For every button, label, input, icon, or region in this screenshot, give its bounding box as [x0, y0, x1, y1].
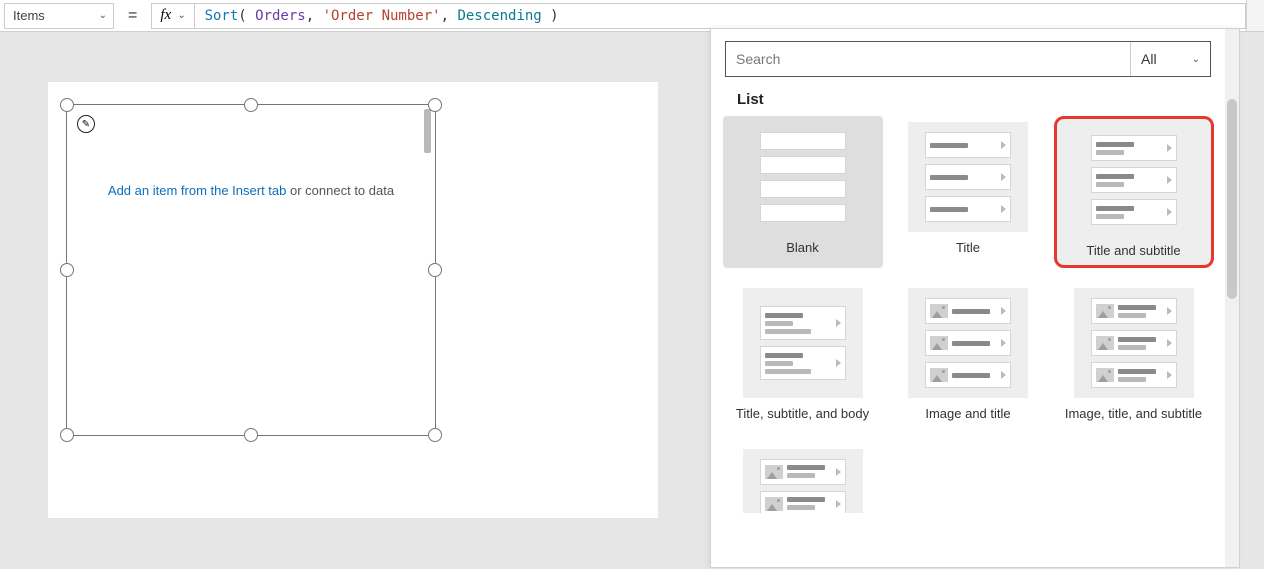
- resize-handle[interactable]: [428, 98, 442, 112]
- layout-tile-title[interactable]: Title: [888, 116, 1048, 268]
- resize-handle[interactable]: [60, 428, 74, 442]
- layout-tile-image-title[interactable]: Image and title: [888, 282, 1048, 428]
- tile-label: Title and subtitle: [1086, 243, 1180, 259]
- search-input[interactable]: [726, 42, 1130, 76]
- chevron-down-icon: ⌄: [99, 10, 107, 21]
- tile-label: Blank: [786, 240, 819, 256]
- section-title-list: List: [737, 91, 1225, 108]
- panel-scrollbar-track[interactable]: [1225, 29, 1239, 567]
- layout-tile-title-subtitle[interactable]: Title and subtitle: [1054, 116, 1214, 268]
- tile-label: Title: [956, 240, 980, 256]
- tile-label: Title, subtitle, and body: [736, 406, 869, 422]
- tile-preview: [743, 122, 863, 232]
- tile-preview: [743, 449, 863, 513]
- token-datasource: Orders: [255, 8, 306, 24]
- chevron-down-icon: ⌄: [177, 10, 185, 21]
- layout-panel: All ⌄ List Blank: [710, 28, 1240, 568]
- resize-handle[interactable]: [428, 263, 442, 277]
- gallery-control-selected[interactable]: ✎ Add an item from the Insert tab or con…: [66, 104, 436, 436]
- edit-icon[interactable]: ✎: [77, 115, 95, 133]
- layout-tile-blank[interactable]: Blank: [723, 116, 883, 268]
- tile-preview: [908, 122, 1028, 232]
- gallery-scrollbar-thumb[interactable]: [424, 109, 431, 153]
- property-select[interactable]: Items ⌄: [4, 3, 114, 29]
- token-string: 'Order Number': [323, 8, 441, 24]
- right-pane-toggle[interactable]: [1246, 0, 1264, 31]
- fx-dropdown[interactable]: fx ⌄: [151, 3, 194, 29]
- tile-preview: [1074, 288, 1194, 398]
- resize-handle[interactable]: [428, 428, 442, 442]
- tile-label: Image, title, and subtitle: [1065, 406, 1202, 422]
- filter-label: All: [1141, 51, 1157, 67]
- fx-label: fx: [160, 7, 171, 24]
- resize-handle[interactable]: [244, 428, 258, 442]
- resize-handle[interactable]: [244, 98, 258, 112]
- insert-link[interactable]: Add an item from the Insert tab: [108, 183, 286, 198]
- formula-input[interactable]: Sort( Orders, 'Order Number', Descending…: [195, 3, 1246, 29]
- canvas-screen[interactable]: ✎ Add an item from the Insert tab or con…: [48, 82, 658, 518]
- layout-search-row: All ⌄: [725, 41, 1211, 77]
- search-filter-dropdown[interactable]: All ⌄: [1130, 42, 1210, 76]
- resize-handle[interactable]: [60, 98, 74, 112]
- layout-tile-partial[interactable]: [723, 443, 883, 513]
- layout-tile-image-title-subtitle[interactable]: Image, title, and subtitle: [1054, 282, 1214, 428]
- canvas-area: ✎ Add an item from the Insert tab or con…: [0, 32, 690, 569]
- panel-scrollbar-thumb[interactable]: [1227, 99, 1237, 299]
- gallery-placeholder: Add an item from the Insert tab or conne…: [67, 183, 435, 198]
- property-name: Items: [13, 8, 45, 23]
- resize-handle[interactable]: [60, 263, 74, 277]
- chevron-down-icon: ⌄: [1192, 54, 1200, 65]
- token-function: Sort: [205, 8, 239, 24]
- layout-tile-grid: Blank Title Title and subtitle: [711, 116, 1225, 533]
- tile-preview: [743, 288, 863, 398]
- token-keyword: Descending: [457, 8, 541, 24]
- equals-sign: =: [114, 7, 151, 25]
- tile-preview: [908, 288, 1028, 398]
- tile-preview: [1068, 125, 1200, 235]
- tile-label: Image and title: [925, 406, 1010, 422]
- layout-tile-title-subtitle-body[interactable]: Title, subtitle, and body: [723, 282, 883, 428]
